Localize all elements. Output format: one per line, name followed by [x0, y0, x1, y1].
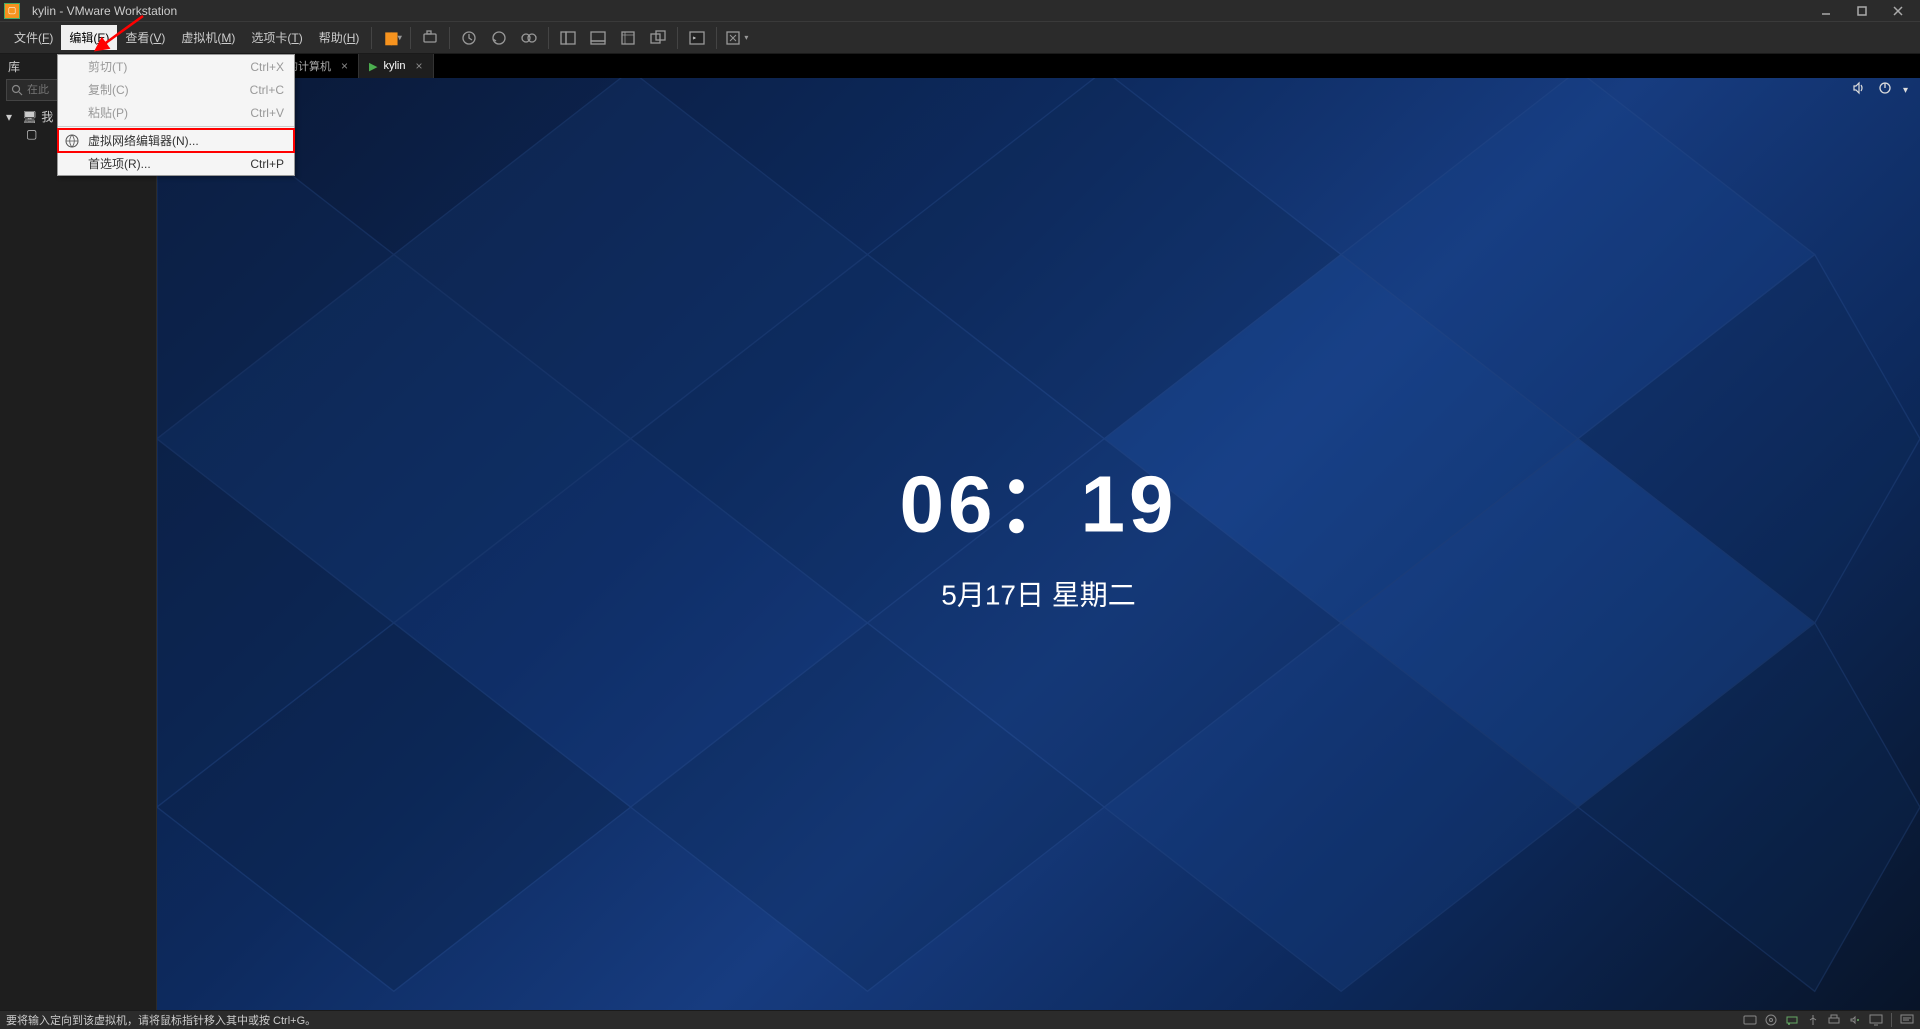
maximize-button[interactable]	[1852, 3, 1872, 19]
monitor-icon: 🖥	[22, 110, 37, 124]
statusbar: 要将输入定向到该虚拟机，请将鼠标指针移入其中或按 Ctrl+G。	[0, 1010, 1920, 1029]
expand-icon: ▾	[6, 110, 18, 124]
edit-paste[interactable]: 粘贴(P) Ctrl+V	[58, 101, 294, 124]
guest-viewport[interactable]: ▾ 06：19 5月17日 星期二	[157, 78, 1920, 1010]
menu-view[interactable]: 查看(V)	[117, 25, 173, 50]
toolbar-separator	[677, 27, 678, 49]
vm-running-icon: ▶	[369, 60, 377, 73]
stretch-guest-button[interactable]: ▾	[722, 24, 750, 52]
vmware-app-icon: ▢	[4, 3, 20, 19]
menu-label: 粘贴(P)	[88, 104, 128, 121]
snapshot-manager-button[interactable]	[515, 24, 543, 52]
menu-separator	[58, 126, 294, 127]
network-icon	[64, 133, 80, 149]
tab-kylin[interactable]: ▶ kylin ×	[359, 54, 434, 78]
guest-lock-clock: 06：19 5月17日 星期二	[900, 440, 1178, 614]
edit-virtual-network-editor[interactable]: 虚拟网络编辑器(N)...	[58, 129, 294, 152]
toolbar-separator	[410, 27, 411, 49]
guest-top-panel: ▾	[1839, 78, 1920, 102]
edit-copy[interactable]: 复制(C) Ctrl+C	[58, 78, 294, 101]
printer-icon[interactable]	[1827, 1014, 1841, 1026]
toolbar-separator	[716, 27, 717, 49]
sound-icon[interactable]	[1849, 1014, 1861, 1026]
menu-file[interactable]: 文件(F)	[6, 25, 61, 50]
statusbar-separator	[1891, 1013, 1892, 1027]
menu-edit[interactable]: 编辑(E)	[61, 25, 117, 50]
menu-label: 剪切(T)	[88, 58, 127, 75]
tab-label: kylin	[383, 60, 405, 72]
close-icon[interactable]: ×	[416, 59, 423, 73]
menubar: 文件(F) 编辑(E) 查看(V) 虚拟机(M) 选项卡(T) 帮助(H) ▮▮…	[0, 22, 1920, 54]
status-message: 要将输入定向到该虚拟机，请将鼠标指针移入其中或按 Ctrl+G。	[6, 1012, 1743, 1028]
show-library-button[interactable]	[554, 24, 582, 52]
snapshot-revert-button[interactable]	[485, 24, 513, 52]
menu-label: 虚拟网络编辑器(N)...	[88, 132, 199, 149]
unity-button[interactable]	[644, 24, 672, 52]
close-button[interactable]	[1888, 3, 1908, 19]
menu-shortcut: Ctrl+X	[250, 60, 284, 74]
toolbar-separator	[548, 27, 549, 49]
menu-shortcut: Ctrl+P	[250, 157, 284, 171]
edit-preferences[interactable]: 首选项(R)... Ctrl+P	[58, 152, 294, 175]
display-icon[interactable]	[1869, 1014, 1883, 1026]
snapshot-take-button[interactable]	[455, 24, 483, 52]
main-area: 的计算机 × ▶ kylin ×	[157, 54, 1920, 1010]
edit-menu-dropdown: 剪切(T) Ctrl+X 复制(C) Ctrl+C 粘贴(P) Ctrl+V 虚…	[57, 54, 295, 176]
minimize-button[interactable]	[1816, 3, 1836, 19]
menu-vm[interactable]: 虚拟机(M)	[173, 25, 243, 50]
show-thumbnail-button[interactable]	[584, 24, 612, 52]
tree-label: 我	[41, 108, 53, 125]
menu-shortcut: Ctrl+V	[250, 106, 284, 120]
message-log-icon[interactable]	[1900, 1014, 1914, 1026]
edit-cut[interactable]: 剪切(T) Ctrl+X	[58, 55, 294, 78]
power-icon[interactable]	[1877, 80, 1893, 101]
fullscreen-button[interactable]	[614, 24, 642, 52]
pause-vm-button[interactable]: ▮▮▾	[377, 24, 405, 52]
close-icon[interactable]: ×	[341, 59, 348, 73]
search-icon	[11, 84, 23, 96]
console-view-button[interactable]	[683, 24, 711, 52]
menu-shortcut: Ctrl+C	[250, 83, 284, 97]
guest-date: 5月17日 星期二	[900, 574, 1178, 614]
usb-icon[interactable]	[1807, 1014, 1819, 1026]
menu-help[interactable]: 帮助(H)	[311, 25, 368, 50]
window-controls	[1816, 3, 1908, 19]
chevron-down-icon[interactable]: ▾	[1903, 85, 1908, 96]
hdd-icon[interactable]	[1743, 1014, 1757, 1026]
library-sidebar: 库 ▾ 🖥 我 ▢	[0, 54, 157, 1010]
menu-label: 首选项(R)...	[88, 155, 151, 172]
titlebar: ▢ kylin - VMware Workstation	[0, 0, 1920, 22]
send-ctrl-alt-del-button[interactable]	[416, 24, 444, 52]
menu-tabs[interactable]: 选项卡(T)	[243, 25, 310, 50]
guest-time: 06：19	[900, 440, 1178, 556]
toolbar-separator	[371, 27, 372, 49]
cd-icon[interactable]	[1765, 1014, 1777, 1026]
window-title: kylin - VMware Workstation	[32, 4, 1816, 18]
menu-label: 复制(C)	[88, 81, 129, 98]
volume-icon[interactable]	[1851, 80, 1867, 101]
vm-icon: ▢	[26, 127, 37, 141]
tab-strip: 的计算机 × ▶ kylin ×	[157, 54, 1920, 78]
toolbar-separator	[449, 27, 450, 49]
network-adapter-icon[interactable]	[1785, 1014, 1799, 1026]
status-device-icons	[1743, 1013, 1914, 1027]
